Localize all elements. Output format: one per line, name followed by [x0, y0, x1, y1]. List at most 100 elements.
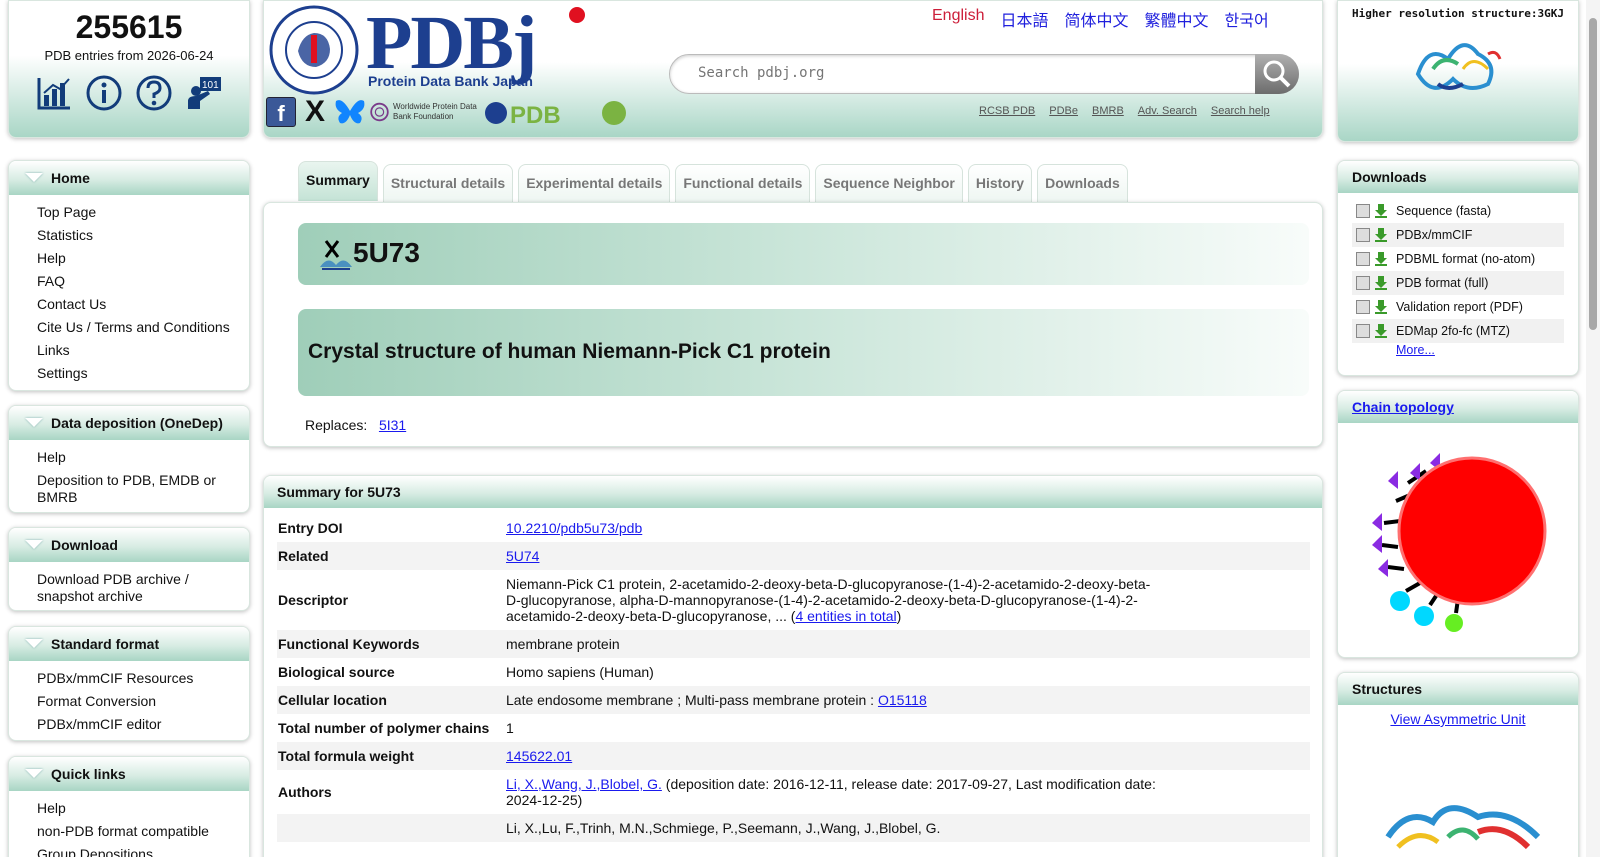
menu-quick-links-header[interactable]: Quick links — [9, 757, 249, 791]
download-item[interactable]: PDBML format (no-atom) — [1352, 247, 1564, 271]
entry-id: 5U73 — [353, 237, 420, 268]
menu-item-quick-help[interactable]: Help — [37, 797, 249, 820]
row-value: 145622.01 — [505, 742, 1310, 770]
link-search-help[interactable]: Search help — [1211, 105, 1270, 117]
row-key: Biological source — [278, 664, 395, 680]
wwpdb-foundation-logo[interactable]: Worldwide Protein Data Bank Foundation — [370, 95, 480, 129]
lang-traditional-chinese[interactable]: 繁體中文 — [1145, 7, 1209, 31]
entry-count-panel: 255615 PDB entries from 2026-06-24 101 — [8, 0, 250, 138]
authors-link[interactable]: Li, X.,Wang, J.,Blobel, G. — [506, 776, 662, 792]
tab-history[interactable]: History — [967, 164, 1033, 202]
tab-structural-details[interactable]: Structural details — [382, 164, 514, 202]
menu-item-non-pdb-format[interactable]: non-PDB format compatible — [37, 820, 249, 843]
menu-item-pdbx-resources[interactable]: PDBx/mmCIF Resources — [37, 667, 249, 690]
view-icon[interactable] — [1356, 276, 1370, 290]
chain-topology-diagram[interactable] — [1338, 423, 1579, 653]
download-item[interactable]: Sequence (fasta) — [1352, 199, 1564, 223]
link-rcsb-pdb[interactable]: RCSB PDB — [979, 105, 1035, 117]
search-button[interactable] — [1255, 54, 1299, 94]
menu-item-deposition-to-pdb[interactable]: Deposition to PDB, EMDB or BMRB — [37, 469, 227, 509]
view-icon[interactable] — [1356, 324, 1370, 338]
menu-item-faq[interactable]: FAQ — [37, 270, 249, 293]
x-twitter-icon[interactable]: X — [300, 97, 330, 127]
menu-item-download-archive[interactable]: Download PDB archive / snapshot archive — [37, 568, 207, 608]
formula-weight-link[interactable]: 145622.01 — [506, 748, 572, 764]
view-icon[interactable] — [1356, 252, 1370, 266]
menu-item-group-depositions[interactable]: Group Depositions — [37, 843, 249, 857]
menu-standard-format-title: Standard format — [51, 636, 160, 652]
download-icon[interactable] — [1374, 204, 1388, 218]
tab-downloads[interactable]: Downloads — [1037, 164, 1128, 202]
menu-item-pdbx-editor[interactable]: PDBx/mmCIF editor — [37, 713, 249, 736]
menu-item-contact-us[interactable]: Contact Us — [37, 293, 249, 316]
bluesky-icon[interactable] — [334, 97, 366, 127]
view-icon[interactable] — [1356, 204, 1370, 218]
lang-simplified-chinese[interactable]: 简体中文 — [1065, 7, 1129, 31]
menu-home-header[interactable]: Home — [9, 161, 249, 195]
tab-functional-details[interactable]: Functional details — [675, 164, 811, 202]
download-item[interactable]: PDBx/mmCIF — [1352, 223, 1564, 247]
lang-korean[interactable]: 한국어 — [1225, 7, 1269, 31]
info-icon[interactable] — [86, 75, 122, 111]
summary-title: Summary for 5U73 — [264, 476, 1322, 508]
view-asymmetric-unit-link[interactable]: View Asymmetric Unit — [1390, 711, 1525, 727]
asymmetric-unit-image[interactable] — [1338, 777, 1579, 857]
table-row: Cellular location Late endosome membrane … — [277, 686, 1310, 714]
osaka-seal-logo[interactable] — [268, 5, 360, 95]
menu-download-title: Download — [51, 537, 118, 553]
link-adv-search[interactable]: Adv. Search — [1138, 105, 1197, 117]
page-scrollbar[interactable] — [1586, 0, 1600, 857]
uniprot-link[interactable]: O15118 — [878, 692, 927, 708]
download-label: EDMap 2fo-fc (MTZ) — [1396, 324, 1510, 338]
menu-item-help[interactable]: Help — [37, 247, 249, 270]
facebook-icon[interactable]: f — [266, 97, 296, 127]
download-icon[interactable] — [1374, 324, 1388, 338]
menu-item-format-conversion[interactable]: Format Conversion — [37, 690, 249, 713]
lang-english[interactable]: English — [932, 7, 984, 31]
downloads-more-link[interactable]: More... — [1396, 343, 1435, 357]
menu-standard-format-header[interactable]: Standard format — [9, 627, 249, 661]
menu-item-links[interactable]: Links — [37, 339, 249, 362]
statistics-icon[interactable] — [36, 75, 72, 111]
download-icon[interactable] — [1374, 228, 1388, 242]
help-icon[interactable] — [136, 75, 172, 111]
structure-thumbnail[interactable] — [1408, 24, 1508, 104]
table-row: Functional Keywords membrane protein — [277, 630, 1310, 658]
link-pdbe[interactable]: PDBe — [1049, 105, 1078, 117]
menu-item-statistics[interactable]: Statistics — [37, 224, 249, 247]
menu-item-deposition-help[interactable]: Help — [37, 446, 249, 469]
lang-japanese[interactable]: 日本語 — [1000, 7, 1048, 31]
link-bmrb[interactable]: BMRB — [1092, 105, 1124, 117]
menu-item-cite-us[interactable]: Cite Us / Terms and Conditions — [37, 316, 249, 339]
menu-deposition-header[interactable]: Data deposition (OneDep) — [9, 406, 249, 440]
download-icon[interactable] — [1374, 300, 1388, 314]
entry-title: Crystal structure of human Niemann-Pick … — [308, 340, 831, 363]
search-input[interactable] — [698, 65, 1238, 81]
table-row: Related 5U74 — [277, 542, 1310, 570]
wwpdb-logo[interactable]: PDB — [484, 95, 634, 129]
pdbj-logo[interactable]: PDBj — [366, 3, 537, 83]
replaces-link[interactable]: 5I31 — [379, 417, 406, 433]
download-icon[interactable] — [1374, 276, 1388, 290]
tab-sequence-neighbor[interactable]: Sequence Neighbor — [815, 164, 963, 202]
menu-deposition-title: Data deposition (OneDep) — [51, 415, 223, 431]
chain-topology-link[interactable]: Chain topology — [1352, 399, 1454, 415]
menu-download-header[interactable]: Download — [9, 528, 249, 562]
row-value: Li, X.,Lu, F.,Trinh, M.N.,Schmiege, P.,S… — [506, 820, 941, 836]
download-item[interactable]: EDMap 2fo-fc (MTZ) — [1352, 319, 1564, 343]
tab-summary[interactable]: Summary — [298, 161, 378, 201]
entities-total-link[interactable]: 4 entities in total — [795, 608, 896, 624]
entry-doi-link[interactable]: 10.2210/pdb5u73/pdb — [506, 520, 642, 536]
related-entry-link[interactable]: 5U74 — [506, 548, 539, 564]
view-icon[interactable] — [1356, 228, 1370, 242]
scrollbar-thumb[interactable] — [1589, 18, 1597, 330]
menu-item-settings[interactable]: Settings — [37, 362, 249, 385]
download-icon[interactable] — [1374, 252, 1388, 266]
download-item[interactable]: PDB format (full) — [1352, 271, 1564, 295]
tab-experimental-details[interactable]: Experimental details — [518, 164, 671, 202]
menu-item-top-page[interactable]: Top Page — [37, 201, 249, 224]
download-item[interactable]: Validation report (PDF) — [1352, 295, 1564, 319]
tutorial-icon[interactable]: 101 — [186, 75, 222, 111]
view-icon[interactable] — [1356, 300, 1370, 314]
replaces-label: Replaces: — [305, 417, 368, 433]
